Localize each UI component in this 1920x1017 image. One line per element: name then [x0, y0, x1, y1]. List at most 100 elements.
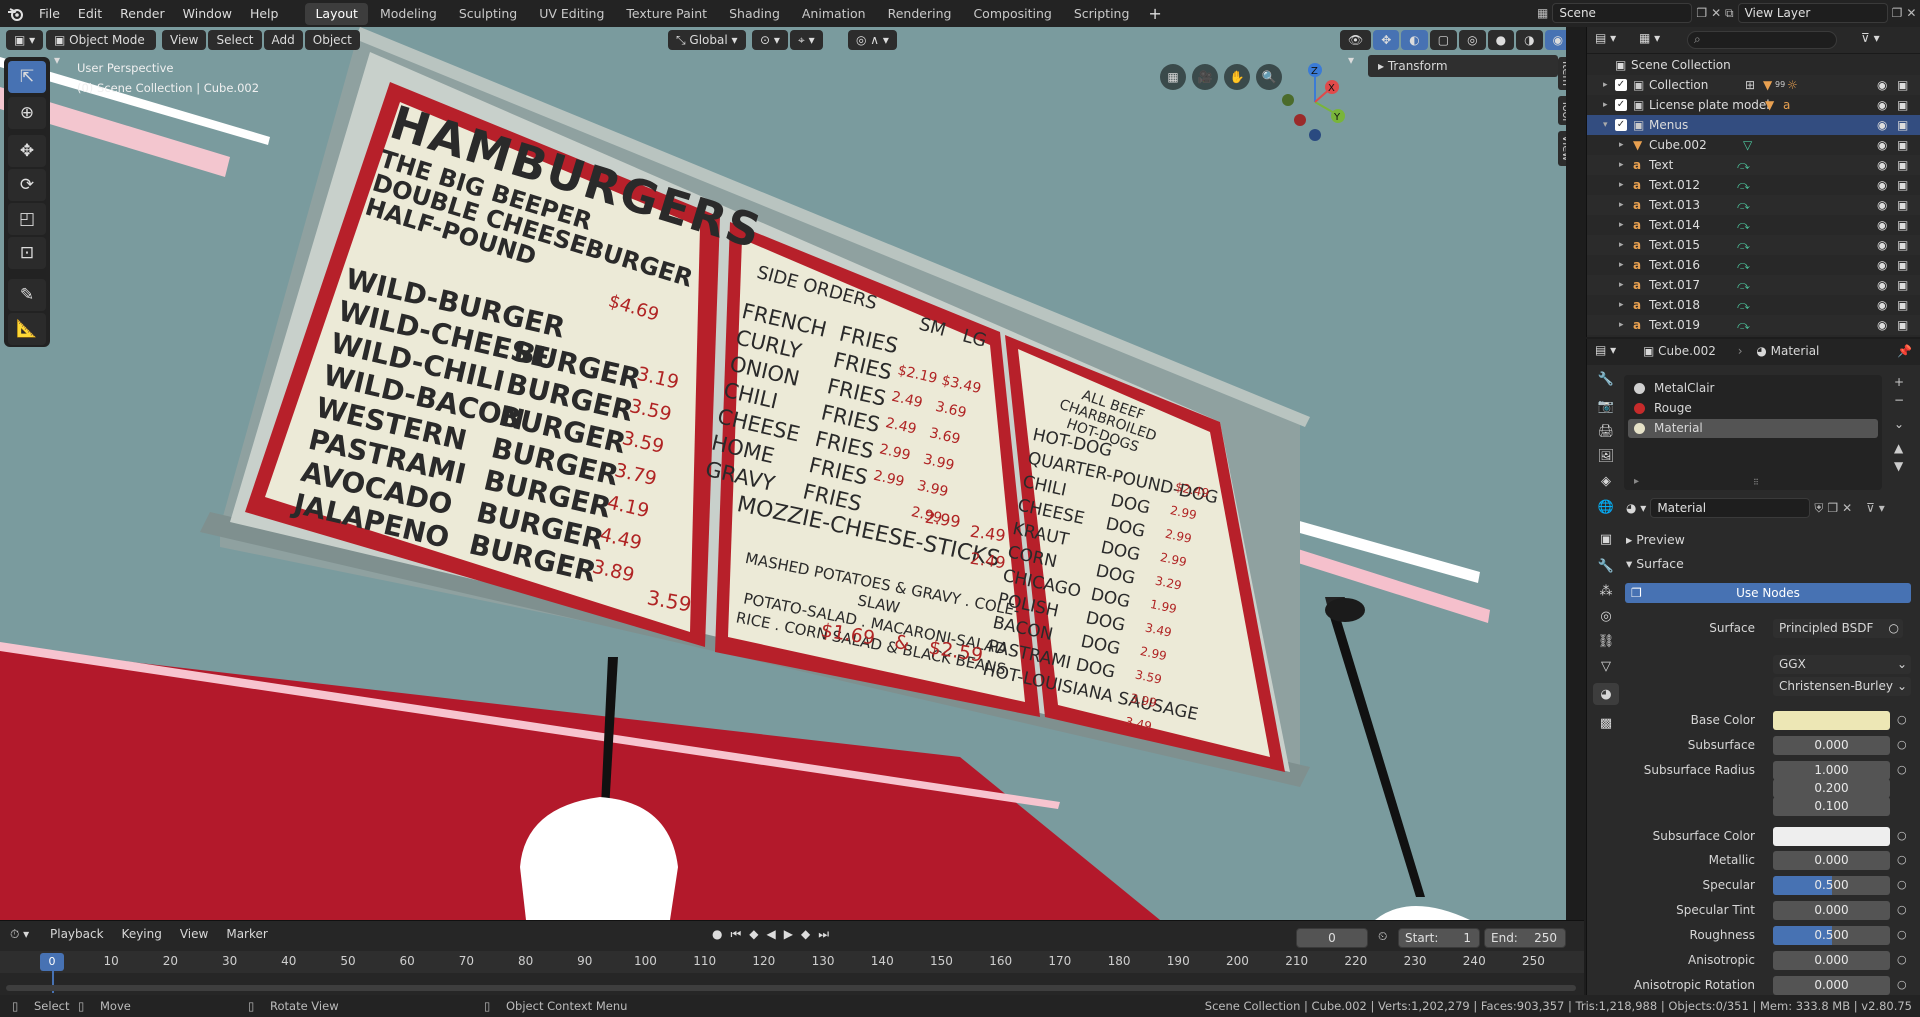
curve-data-icon[interactable]: ⤼	[1737, 235, 1750, 255]
slot-list-resize-handle[interactable]: ⠿	[1753, 478, 1759, 487]
axis-gizmo[interactable]: Z X Y	[1280, 62, 1350, 142]
expand-arrow-icon[interactable]: ▸	[1619, 255, 1624, 275]
light-object-icon[interactable]: ☼	[1787, 75, 1798, 95]
camera-view-icon[interactable]: 🎥	[1192, 64, 1218, 90]
object-props-icon[interactable]: ▣	[1593, 528, 1619, 550]
new-view-layer-icon[interactable]: ❐	[1892, 6, 1903, 20]
jump-end-icon[interactable]: ⏭	[818, 927, 829, 942]
display-mode-icon[interactable]: ▦ ▾	[1639, 31, 1660, 45]
tool-settings-icon[interactable]: 🔧	[1593, 368, 1619, 390]
timeline-menu-keying[interactable]: Keying	[116, 925, 168, 943]
socket-link-icon[interactable]: ○	[1897, 878, 1907, 891]
shading-wireframe-icon[interactable]: ◎	[1459, 30, 1486, 50]
outliner-row-text-019[interactable]: ▸ a Text.019 ⤼ ◉ ▣	[1587, 315, 1920, 335]
editor-type-button[interactable]: ▣ ▾	[6, 30, 44, 50]
expand-arrow-icon[interactable]: ▸	[1619, 155, 1624, 175]
cursor-tool[interactable]: ⊕	[8, 97, 46, 129]
expand-arrow-icon[interactable]: ▸	[1619, 275, 1624, 295]
menu-file[interactable]: File	[30, 0, 69, 27]
output-props-icon[interactable]: 🖨	[1593, 420, 1619, 442]
checkbox-icon[interactable]: ✓	[1615, 79, 1627, 91]
node-link-icon[interactable]: ⊽ ▾	[1866, 501, 1885, 515]
outliner-row-text[interactable]: ▸ a Text ⤼ ◉ ▣	[1587, 155, 1920, 175]
prev-keyframe-icon[interactable]: ◆	[749, 927, 758, 942]
render-camera-icon[interactable]: ▣	[1897, 235, 1908, 255]
tab-uv-editing[interactable]: UV Editing	[529, 3, 614, 25]
render-camera-icon[interactable]: ▣	[1897, 195, 1908, 215]
anisotropic-field[interactable]: 0.000	[1773, 951, 1890, 970]
new-material-icon[interactable]: ❐	[1827, 501, 1838, 515]
zoom-view-icon[interactable]: 🔍	[1256, 64, 1282, 90]
text-object-icon[interactable]: a	[1783, 95, 1790, 115]
subsurface-radius-field[interactable]: 1.000	[1773, 761, 1890, 780]
scene-selector[interactable]: Scene	[1552, 3, 1693, 23]
timeline-menu-view[interactable]: View	[174, 925, 214, 943]
view-layer-props-icon[interactable]: 🖼	[1593, 445, 1619, 467]
expand-arrow-icon[interactable]: ▸	[1619, 175, 1624, 195]
viewport-menu-add[interactable]: Add	[263, 30, 303, 50]
render-camera-icon[interactable]: ▣	[1897, 95, 1908, 115]
outliner-row-text-018[interactable]: ▸ a Text.018 ⤼ ◉ ▣	[1587, 295, 1920, 315]
timeline-menu-playback[interactable]: Playback	[44, 925, 110, 943]
socket-link-icon[interactable]: ○	[1897, 903, 1907, 916]
tab-animation[interactable]: Animation	[792, 3, 876, 25]
surface-panel-header[interactable]: ▾ Surface	[1626, 556, 1684, 571]
shading-solid-icon[interactable]: ●	[1487, 30, 1515, 50]
outliner-editor-icon[interactable]: ▤ ▾	[1595, 31, 1616, 45]
curve-data-icon[interactable]: ⤼	[1737, 315, 1750, 335]
shading-material-icon[interactable]: ◑	[1516, 30, 1543, 50]
orientation-dropdown[interactable]: ⤡ Global ▾	[668, 30, 746, 50]
render-camera-icon[interactable]: ▣	[1897, 75, 1908, 95]
remove-slot-icon[interactable]: −	[1894, 393, 1904, 407]
outliner-row-license-plate-model[interactable]: ▸ ✓ ▣ License plate model ▼ a ◉ ▣	[1587, 95, 1920, 115]
menu-render[interactable]: Render	[111, 0, 174, 27]
tab-scripting[interactable]: Scripting	[1064, 3, 1140, 25]
tab-sculpting[interactable]: Sculpting	[449, 3, 527, 25]
tab-shading[interactable]: Shading	[719, 3, 790, 25]
jump-start-icon[interactable]: ⏮	[730, 927, 741, 942]
grid-view-icon[interactable]: ▦	[1160, 64, 1186, 90]
expand-arrow-icon[interactable]: ▸	[1619, 215, 1624, 235]
curve-data-icon[interactable]: ⤼	[1737, 155, 1750, 175]
visibility-eye-icon[interactable]: ◉	[1877, 275, 1887, 295]
socket-link-icon[interactable]: ○	[1897, 829, 1907, 842]
unlink-material-icon[interactable]: ✕	[1842, 501, 1852, 515]
preview-panel-header[interactable]: ▸ Preview	[1626, 532, 1685, 547]
render-camera-icon[interactable]: ▣	[1897, 215, 1908, 235]
material-browse-icon[interactable]: ◕ ▾	[1626, 501, 1646, 515]
expand-arrow-icon[interactable]: ▸	[1619, 135, 1624, 155]
visibility-eye-icon[interactable]: ◉	[1877, 235, 1887, 255]
play-icon[interactable]: ▶	[784, 927, 793, 942]
fake-user-icon[interactable]: ⛨	[1814, 501, 1823, 516]
curve-data-icon[interactable]: ⤼	[1737, 255, 1750, 275]
material-slot-rouge[interactable]: Rouge	[1628, 399, 1878, 418]
material-slot-material[interactable]: Material	[1628, 419, 1878, 438]
annotate-tool[interactable]: ✎	[8, 279, 46, 311]
curve-data-icon[interactable]: ⤼	[1737, 175, 1750, 195]
mesh-data-icon[interactable]: ▽	[1743, 135, 1752, 155]
snap-toggle[interactable]: ⌖ ▾	[790, 30, 823, 50]
subsurface-radius-4-field[interactable]: 0.100	[1773, 797, 1890, 816]
mesh-object-icon[interactable]: ▼	[1765, 95, 1774, 115]
physics-props-icon[interactable]: ◎	[1593, 605, 1619, 627]
visibility-eye-icon[interactable]: ◉	[1877, 195, 1887, 215]
material-props-icon[interactable]: ◕	[1593, 683, 1619, 705]
material-slot-metalclair[interactable]: MetalClair	[1628, 379, 1878, 398]
tab-texture-paint[interactable]: Texture Paint	[616, 3, 717, 25]
socket-link-icon[interactable]: ○	[1897, 738, 1907, 751]
tab-layout[interactable]: Layout	[305, 2, 368, 25]
socket-link-icon[interactable]: ○	[1897, 928, 1907, 941]
select-box-tool[interactable]: ⇱	[8, 61, 46, 93]
visibility-eye-icon[interactable]: ◉	[1877, 315, 1887, 335]
specular-tint-field[interactable]: 0.000	[1773, 901, 1890, 920]
render-camera-icon[interactable]: ▣	[1897, 275, 1908, 295]
subsurface-color-field[interactable]	[1773, 827, 1890, 846]
viewport-menu-select[interactable]: Select	[208, 30, 262, 50]
record-icon[interactable]: ●	[712, 927, 722, 942]
outliner-root-row[interactable]: ▣ Scene Collection	[1587, 55, 1920, 75]
menu-window[interactable]: Window	[174, 0, 241, 27]
add-slot-icon[interactable]: +	[1894, 375, 1904, 389]
expand-arrow-icon[interactable]: ▸	[1603, 75, 1608, 95]
timeline-editor-icon[interactable]: ⏱ ▾	[10, 927, 29, 942]
subsurface-field[interactable]: 0.000	[1773, 736, 1890, 755]
